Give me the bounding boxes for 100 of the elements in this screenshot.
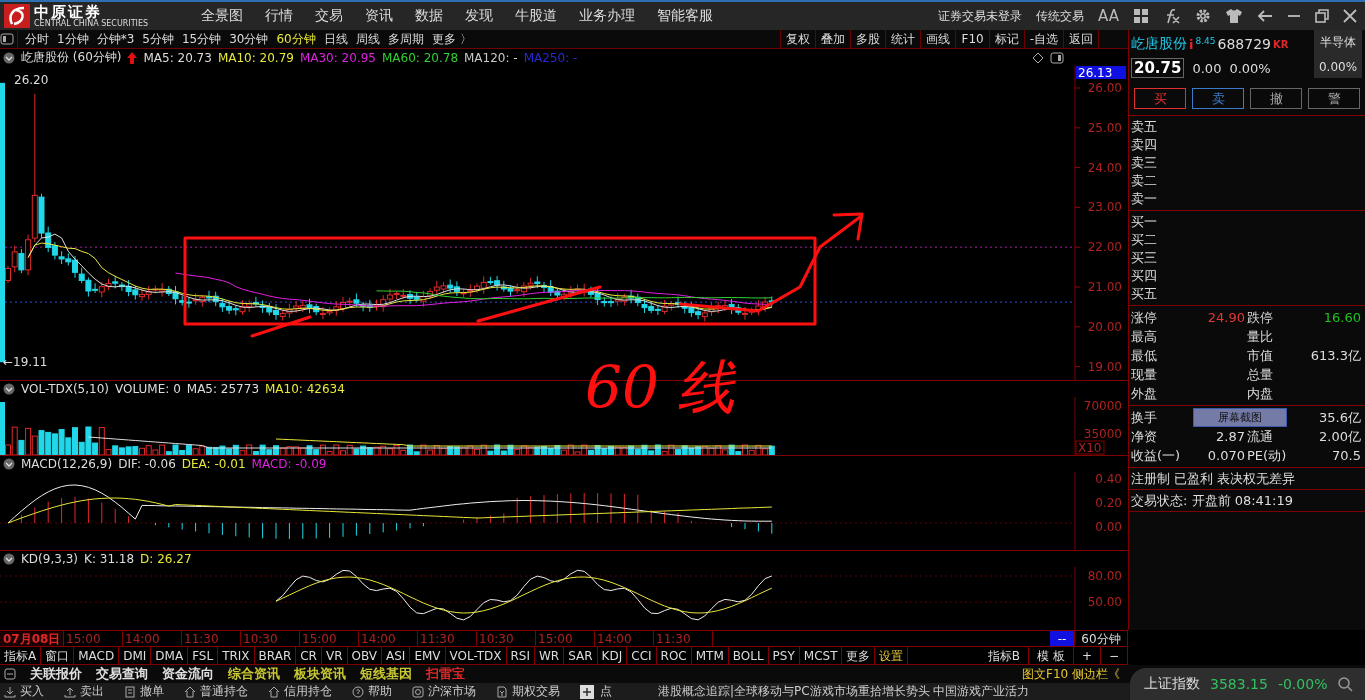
period-tab[interactable]: 周线 [351, 30, 384, 48]
toolbar-button[interactable]: 买入 [4, 683, 44, 700]
indicator-tab[interactable]: BOLL [728, 647, 769, 664]
search-icon[interactable] [1337, 676, 1354, 692]
indicator-tab[interactable]: TRIX [218, 647, 255, 664]
period-tab[interactable]: 日线 [319, 30, 352, 48]
font-size-toggle[interactable]: AA [1098, 7, 1119, 25]
toolbar-button[interactable]: 撤单 [124, 683, 164, 700]
indicator-tab[interactable]: RSI [506, 647, 535, 664]
period-tab[interactable]: 30分钟 [225, 30, 273, 48]
news-ticker-text[interactable]: 港股概念追踪|全球移动与PC游戏市场重拾增长势头 中国游戏产业活力 [658, 683, 1030, 700]
buy-button[interactable]: 买 [1134, 88, 1186, 109]
indicator-tab[interactable]: FSL [188, 647, 219, 664]
period-tab[interactable]: 1分钟 [53, 30, 93, 48]
indicator-tab[interactable]: EMV [410, 647, 446, 664]
info-link[interactable]: 关联报价 [30, 665, 82, 683]
period-tab[interactable]: 5分钟 [138, 30, 178, 48]
info-link[interactable]: 交易查询 [96, 665, 148, 683]
indicator-tab[interactable]: 更多 [842, 647, 876, 664]
toolbar-button[interactable]: 信用持仓 [268, 683, 332, 700]
chart-tool-button[interactable]: 复权 [780, 30, 816, 48]
indicator-tab[interactable]: BRAR [254, 647, 297, 664]
chart-tool-button[interactable]: F10 [955, 30, 989, 48]
back-arrow-icon[interactable] [1257, 9, 1273, 23]
chart-tool-button[interactable]: 叠加 [815, 30, 851, 48]
indicator-tab[interactable]: MACD [74, 647, 120, 664]
indicator-tab[interactable]: ROC [656, 647, 692, 664]
dropdown-icon[interactable] [3, 51, 15, 64]
indicator-tab[interactable]: OBV [347, 647, 383, 664]
indicator-tool-button[interactable]: 模 板 [1029, 647, 1074, 664]
indicator-tab[interactable]: DMA [151, 647, 189, 664]
indicator-tab[interactable]: MCST [799, 647, 843, 664]
cancel-button[interactable]: 撤 [1250, 88, 1302, 109]
indicator-tab[interactable]: ASI [382, 647, 411, 664]
indicator-tab[interactable]: KDJ [597, 647, 628, 664]
indicator-tab[interactable]: 设置 [875, 647, 909, 664]
indicator-tab[interactable]: CR [296, 647, 322, 664]
dropdown-icon[interactable] [3, 383, 15, 396]
menu-item[interactable]: 牛股道 [504, 7, 568, 25]
chart-tool-button[interactable]: 统计 [885, 30, 921, 48]
chart-tool-button[interactable]: -自选 [1023, 30, 1063, 48]
info-link[interactable]: 板块资讯 [294, 665, 346, 683]
period-tab[interactable]: 分时 [21, 30, 53, 48]
indicator-tab[interactable]: CCI [627, 647, 657, 664]
indicator-tab[interactable]: 指标A [0, 647, 42, 664]
info-link[interactable]: 短线基因 [360, 665, 412, 683]
close-icon[interactable] [1343, 9, 1357, 23]
toolbar-button[interactable]: 帮助 [352, 683, 392, 700]
restore-icon[interactable] [1315, 9, 1329, 23]
info-link[interactable]: 综合资讯 [228, 665, 280, 683]
info-link[interactable]: 扫雷宝 [426, 665, 465, 683]
toolbar-button[interactable]: 卖出 [64, 683, 104, 700]
toolbar-button[interactable]: 沪深市场 [412, 683, 476, 700]
toolbar-button[interactable]: 普通持仓 [184, 683, 248, 700]
menu-item[interactable]: 全景图 [190, 7, 254, 25]
indicator-tab[interactable]: MTM [691, 647, 729, 664]
panel-toggle-icon[interactable] [0, 33, 14, 45]
indicator-tab[interactable]: VR [321, 647, 348, 664]
sidebar-toggle-link[interactable]: 图文F10 侧边栏《 [1022, 665, 1120, 683]
diamond-icon[interactable] [1032, 51, 1044, 64]
indicator-tool-button[interactable]: + [1073, 647, 1101, 664]
classic-trade-link[interactable]: 传统交易 [1036, 7, 1085, 25]
menu-item[interactable]: 行情 [254, 7, 304, 25]
shirt-icon[interactable] [1225, 8, 1243, 24]
indicator-tab[interactable]: WR [535, 647, 565, 664]
indicator-tab[interactable]: PSY [768, 647, 800, 664]
indicator-tool-button[interactable]: 指标B [979, 647, 1030, 664]
period-tab[interactable]: 15分钟 [177, 30, 226, 48]
period-tab[interactable]: 60分钟 [272, 30, 320, 48]
chart-tool-button[interactable]: 画线 [920, 30, 956, 48]
grid-icon[interactable] [1133, 8, 1149, 24]
indicator-tab[interactable]: 窗口 [41, 647, 75, 664]
index-widget[interactable]: 上证指数 3583.15 -0.00% [1130, 668, 1365, 700]
collapse-icon[interactable] [4, 668, 16, 680]
panel-toggle-icon[interactable] [1050, 51, 1064, 64]
login-status-link[interactable]: 证券交易未登录 [938, 7, 1023, 25]
info-link[interactable]: 资金流向 [162, 665, 214, 683]
settings-icon[interactable] [1195, 8, 1211, 24]
chart-tool-button[interactable]: 返回 [1063, 30, 1098, 48]
indicator-tool-button[interactable]: − [1100, 647, 1128, 664]
indicator-tab[interactable]: DMI [119, 647, 152, 664]
menu-item[interactable]: 交易 [304, 7, 354, 25]
menu-item[interactable]: 智能客服 [646, 7, 724, 25]
sell-button[interactable]: 卖 [1192, 88, 1244, 109]
dropdown-icon[interactable] [3, 553, 15, 566]
period-tab[interactable]: 多周期 [383, 30, 428, 48]
menu-item[interactable]: 发现 [454, 7, 504, 25]
period-tab[interactable]: 更多 〉 [427, 30, 476, 48]
menu-item[interactable]: 业务办理 [568, 7, 646, 25]
menu-item[interactable]: 资讯 [354, 7, 404, 25]
indicator-tab[interactable]: VOL-TDX [445, 647, 507, 664]
chart-tool-button[interactable]: 多股 [850, 30, 886, 48]
alert-button[interactable]: 警 [1308, 88, 1360, 109]
toolbar-button[interactable]: 期权交易 [496, 683, 560, 700]
plus-icon[interactable] [580, 684, 594, 699]
info-mark[interactable]: i [1189, 36, 1194, 52]
indicator-tab[interactable]: SAR [564, 647, 598, 664]
dropdown-icon[interactable] [3, 458, 15, 471]
period-tab[interactable]: 分钟*3 [92, 30, 139, 48]
chart-tool-button[interactable]: 标记 [988, 30, 1024, 48]
